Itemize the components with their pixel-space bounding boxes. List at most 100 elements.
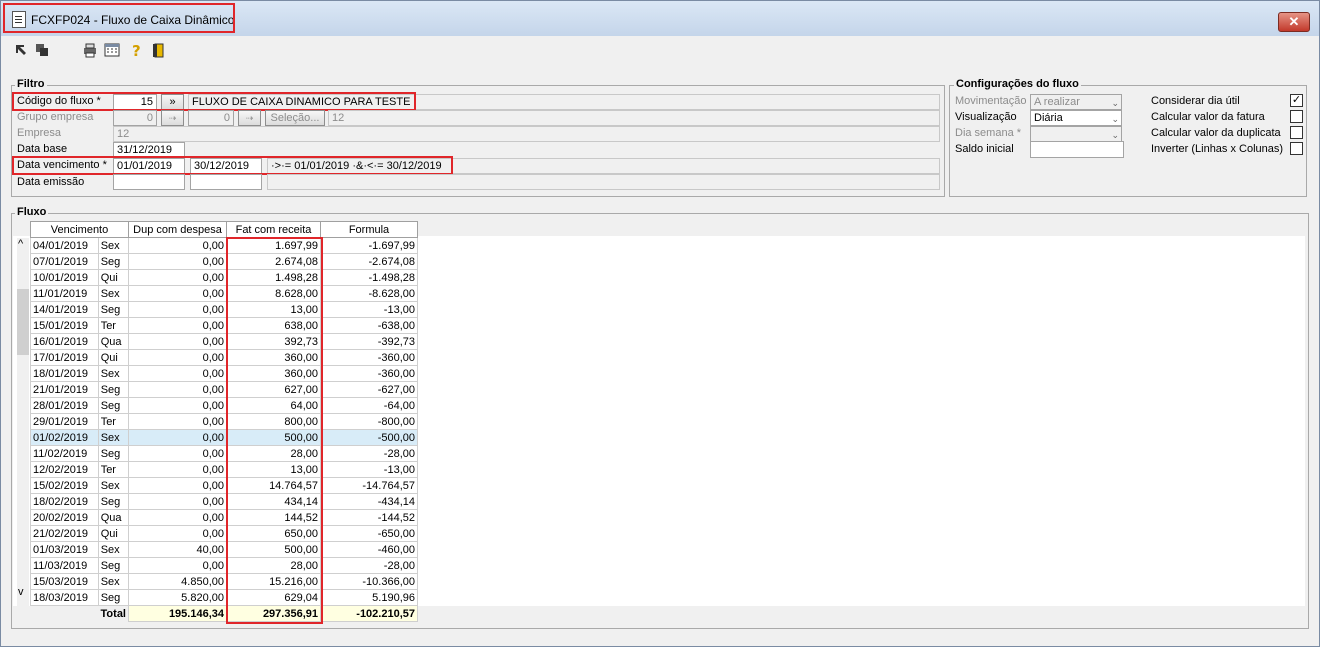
- cell-dup[interactable]: 0,00: [128, 477, 227, 494]
- grupo-input-2[interactable]: 0: [188, 110, 234, 126]
- cell-formula[interactable]: -434,14: [320, 493, 418, 510]
- cell-weekday[interactable]: Sex: [97, 237, 130, 254]
- cell-dup[interactable]: 0,00: [128, 349, 227, 366]
- cell-dup[interactable]: 0,00: [128, 253, 227, 270]
- cell-formula[interactable]: -13,00: [320, 461, 418, 478]
- cell-fat[interactable]: 392,73: [226, 333, 321, 350]
- cell-dup[interactable]: 0,00: [128, 397, 227, 414]
- codigo-lookup-button[interactable]: »: [161, 94, 184, 110]
- table-row[interactable]: 01/03/2019 Sex 40,00 500,00 -460,00: [30, 541, 418, 558]
- cell-fat[interactable]: 13,00: [226, 301, 321, 318]
- cell-date[interactable]: 15/02/2019: [30, 477, 99, 494]
- cell-weekday[interactable]: Sex: [97, 429, 130, 446]
- cell-fat[interactable]: 13,00: [226, 461, 321, 478]
- cell-formula[interactable]: -460,00: [320, 541, 418, 558]
- cell-formula[interactable]: -2.674,08: [320, 253, 418, 270]
- fluxo-grid[interactable]: Vencimento Dup com despesa Fat com recei…: [30, 221, 418, 622]
- cell-fat[interactable]: 1.697,99: [226, 237, 321, 254]
- arrow-icon[interactable]: [13, 42, 29, 58]
- cell-dup[interactable]: 0,00: [128, 237, 227, 254]
- table-row[interactable]: 10/01/2019 Qui 0,00 1.498,28 -1.498,28: [30, 269, 418, 286]
- header-dup[interactable]: Dup com despesa: [128, 221, 227, 238]
- movimentacao-select[interactable]: A realizar ⌄: [1030, 94, 1122, 110]
- cell-dup[interactable]: 0,00: [128, 429, 227, 446]
- cell-date[interactable]: 07/01/2019: [30, 253, 99, 270]
- cell-dup[interactable]: 0,00: [128, 493, 227, 510]
- cell-formula[interactable]: -800,00: [320, 413, 418, 430]
- table-row[interactable]: 28/01/2019 Seg 0,00 64,00 -64,00: [30, 397, 418, 414]
- cell-formula[interactable]: -28,00: [320, 557, 418, 574]
- table-row[interactable]: 21/01/2019 Seg 0,00 627,00 -627,00: [30, 381, 418, 398]
- cell-date[interactable]: 04/01/2019: [30, 237, 99, 254]
- table-row[interactable]: 01/02/2019 Sex 0,00 500,00 -500,00: [30, 429, 418, 446]
- cell-date[interactable]: 18/03/2019: [30, 589, 99, 606]
- header-fat[interactable]: Fat com receita: [226, 221, 321, 238]
- cell-formula[interactable]: -627,00: [320, 381, 418, 398]
- selecao-button[interactable]: Seleção...: [265, 110, 325, 126]
- print-icon[interactable]: [82, 42, 98, 58]
- scroll-down-icon[interactable]: v: [18, 586, 24, 598]
- cell-formula[interactable]: 5.190,96: [320, 589, 418, 606]
- cell-dup[interactable]: 4.850,00: [128, 573, 227, 590]
- cell-fat[interactable]: 28,00: [226, 445, 321, 462]
- cell-date[interactable]: 18/01/2019: [30, 365, 99, 382]
- table-row[interactable]: 17/01/2019 Qui 0,00 360,00 -360,00: [30, 349, 418, 366]
- cell-fat[interactable]: 434,14: [226, 493, 321, 510]
- table-row[interactable]: 04/01/2019 Sex 0,00 1.697,99 -1.697,99: [30, 237, 418, 254]
- cell-date[interactable]: 21/01/2019: [30, 381, 99, 398]
- cell-fat[interactable]: 800,00: [226, 413, 321, 430]
- cell-dup[interactable]: 0,00: [128, 413, 227, 430]
- cell-weekday[interactable]: Seg: [97, 381, 130, 398]
- cell-fat[interactable]: 650,00: [226, 525, 321, 542]
- cell-fat[interactable]: 64,00: [226, 397, 321, 414]
- grupo-lookup-button-1[interactable]: ⇢: [161, 110, 184, 126]
- table-row[interactable]: 18/02/2019 Seg 0,00 434,14 -434,14: [30, 493, 418, 510]
- check-inverter[interactable]: [1290, 142, 1303, 155]
- cell-weekday[interactable]: Sex: [97, 573, 130, 590]
- help-icon[interactable]: ?: [128, 42, 144, 58]
- cell-weekday[interactable]: Sex: [97, 365, 130, 382]
- cell-fat[interactable]: 627,00: [226, 381, 321, 398]
- cell-dup[interactable]: 0,00: [128, 525, 227, 542]
- cell-formula[interactable]: -360,00: [320, 349, 418, 366]
- cell-dup[interactable]: 0,00: [128, 365, 227, 382]
- cell-weekday[interactable]: Seg: [97, 445, 130, 462]
- check-fatura[interactable]: [1290, 110, 1303, 123]
- cell-formula[interactable]: -13,00: [320, 301, 418, 318]
- table-row[interactable]: 18/01/2019 Sex 0,00 360,00 -360,00: [30, 365, 418, 382]
- table-row[interactable]: 11/03/2019 Seg 0,00 28,00 -28,00: [30, 557, 418, 574]
- cell-weekday[interactable]: Qui: [97, 349, 130, 366]
- exit-door-icon[interactable]: [151, 42, 167, 58]
- cell-formula[interactable]: -10.366,00: [320, 573, 418, 590]
- cell-weekday[interactable]: Seg: [97, 397, 130, 414]
- cell-fat[interactable]: 638,00: [226, 317, 321, 334]
- cell-dup[interactable]: 0,00: [128, 509, 227, 526]
- cell-fat[interactable]: 360,00: [226, 365, 321, 382]
- cell-weekday[interactable]: Qui: [97, 269, 130, 286]
- cell-fat[interactable]: 15.216,00: [226, 573, 321, 590]
- cell-formula[interactable]: -638,00: [320, 317, 418, 334]
- cell-formula[interactable]: -8.628,00: [320, 285, 418, 302]
- table-row[interactable]: 11/01/2019 Sex 0,00 8.628,00 -8.628,00: [30, 285, 418, 302]
- cell-date[interactable]: 01/02/2019: [30, 429, 99, 446]
- cell-formula[interactable]: -64,00: [320, 397, 418, 414]
- cell-dup[interactable]: 40,00: [128, 541, 227, 558]
- cell-weekday[interactable]: Qua: [97, 333, 130, 350]
- table-row[interactable]: 15/03/2019 Sex 4.850,00 15.216,00 -10.366,00: [30, 573, 418, 590]
- cell-weekday[interactable]: Seg: [97, 557, 130, 574]
- table-row[interactable]: 12/02/2019 Ter 0,00 13,00 -13,00: [30, 461, 418, 478]
- cell-dup[interactable]: 0,00: [128, 461, 227, 478]
- cell-fat[interactable]: 360,00: [226, 349, 321, 366]
- cell-date[interactable]: 28/01/2019: [30, 397, 99, 414]
- check-dia-util[interactable]: ✓: [1290, 94, 1303, 107]
- cell-fat[interactable]: 2.674,08: [226, 253, 321, 270]
- cell-weekday[interactable]: Sex: [97, 541, 130, 558]
- cell-dup[interactable]: 0,00: [128, 269, 227, 286]
- visualizacao-select[interactable]: Diária ⌄: [1030, 110, 1122, 126]
- cell-dup[interactable]: 0,00: [128, 333, 227, 350]
- cell-date[interactable]: 15/01/2019: [30, 317, 99, 334]
- cell-date[interactable]: 20/02/2019: [30, 509, 99, 526]
- cell-weekday[interactable]: Seg: [97, 493, 130, 510]
- table-row[interactable]: 11/02/2019 Seg 0,00 28,00 -28,00: [30, 445, 418, 462]
- cell-weekday[interactable]: Seg: [97, 253, 130, 270]
